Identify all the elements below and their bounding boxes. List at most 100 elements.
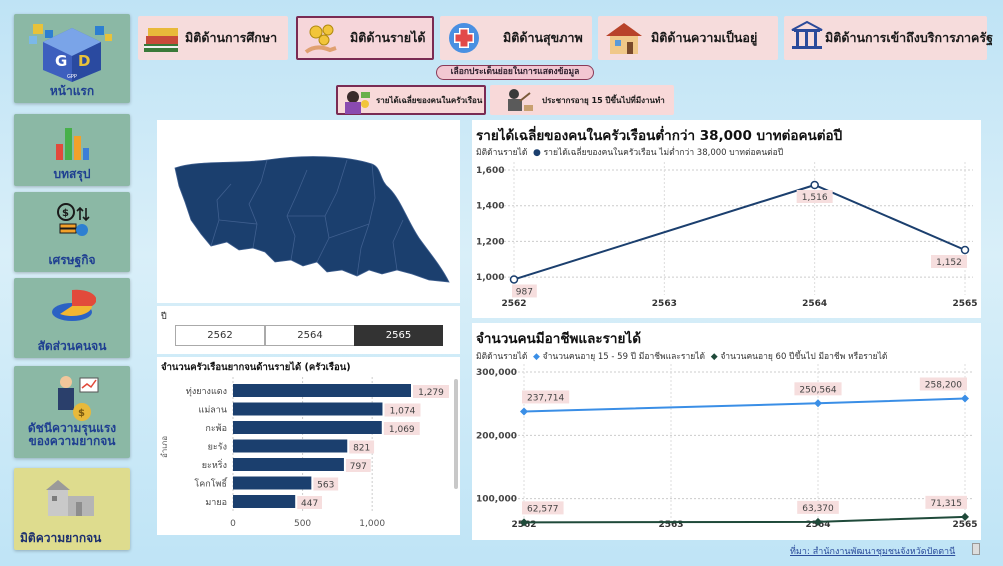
x-tick-label: 2565 xyxy=(952,299,977,309)
bar xyxy=(233,421,382,434)
series-value-label: 62,577 xyxy=(527,504,559,514)
bar-value-label: 447 xyxy=(301,499,318,509)
bar-y-axis-label: อำเภอ xyxy=(160,436,169,458)
svg-text:D: D xyxy=(78,52,90,70)
svg-text:$: $ xyxy=(78,408,85,419)
bar xyxy=(233,495,296,508)
series-line xyxy=(523,515,966,524)
province-map xyxy=(174,156,450,283)
house-icon xyxy=(606,23,642,54)
bar-value-label: 1,074 xyxy=(390,407,416,417)
gpp-logo-icon: G D GPP xyxy=(29,24,112,82)
series-line xyxy=(513,183,966,281)
bar-x-tick-label: 0 xyxy=(230,519,236,529)
avg-income-line-panel: รายได้เฉลี่ยของคนในครัวเรือนต่ำกว่า 38,0… xyxy=(472,120,981,318)
x-tick-label: 2564 xyxy=(802,299,827,309)
bar-x-tick-label: 500 xyxy=(294,519,311,529)
nav-home[interactable]: G D GPP หน้าแรก xyxy=(14,14,130,103)
health-cross-icon xyxy=(449,23,479,53)
tab-public-service[interactable]: มิติด้านการเข้าถึงบริการภาครัฐ xyxy=(784,16,993,60)
line1-chart: 1,000 1,200 1,400 1,600 2562 2563 2564 2565 987 1… xyxy=(476,162,978,309)
bar-chart: 0 500 1,000 อำเภอ ทุ่งยางแดง 1,279 แม่ลาน 1,074… xyxy=(160,377,449,529)
tab-health[interactable]: มิติด้านสุขภาพ xyxy=(440,16,592,60)
source-link[interactable]: ที่มา: สำนักงานพัฒนาชุมชนจังหวัดปัตตานี xyxy=(790,544,955,558)
bar-chart-scrollbar[interactable] xyxy=(454,379,458,489)
nav-poverty-dimension-label: มิติความยากจน xyxy=(20,531,102,545)
year-filter: ปี 2562 2564 2565 xyxy=(157,306,460,354)
bar-value-label: 563 xyxy=(317,481,334,491)
bar-value-label: 821 xyxy=(353,444,370,454)
x-tick-label: 2562 xyxy=(501,299,526,309)
tab-education[interactable]: มิติด้านการศึกษา xyxy=(138,16,288,60)
sub-employed-15plus-label: ประชากรอายุ 15 ปีขึ้นไปที่มีงานทำ xyxy=(542,95,665,105)
series-value-label: 1,516 xyxy=(802,193,828,203)
series-point xyxy=(810,180,819,190)
nav-economy-label: เศรษฐกิจ xyxy=(48,253,96,267)
bar-category-label: ทุ่งยางแดง xyxy=(186,387,227,397)
bar-value-label: 1,279 xyxy=(418,388,444,398)
y-tick-label: 100,000 xyxy=(476,495,517,505)
year-filter-label: ปี xyxy=(161,312,167,322)
document-icon xyxy=(972,543,980,555)
svg-text:$: $ xyxy=(62,208,69,219)
series-point xyxy=(960,245,970,255)
year-option-2564[interactable]: 2564 xyxy=(265,325,355,346)
bar xyxy=(233,439,348,453)
y-tick-label: 300,000 xyxy=(476,368,517,378)
year-option-2562[interactable]: 2562 xyxy=(175,325,265,346)
series-point xyxy=(520,407,528,416)
nav-poverty-ratio-label: สัดส่วนคนจน xyxy=(37,339,107,353)
series-value-label: 71,315 xyxy=(930,499,962,509)
sub-avg-household-income-label: รายได้เฉลี่ยของคนในครัวเรือน xyxy=(376,95,483,105)
nav-poverty-ratio[interactable]: สัดส่วนคนจน xyxy=(14,278,130,358)
series-value-label: 250,564 xyxy=(799,385,836,395)
line2-chart: 100,000200,000300,0002562256325642565237… xyxy=(476,364,978,530)
sub-employed-15plus[interactable]: ประชากรอายุ 15 ปีขึ้นไปที่มีงานทำ xyxy=(490,85,674,115)
pie-chart-icon xyxy=(52,289,96,321)
series-value-label: 987 xyxy=(516,287,533,297)
x-tick-label: 2563 xyxy=(652,299,677,309)
bar-category-label: ยะรัง xyxy=(208,443,227,453)
nav-summary[interactable]: บทสรุป xyxy=(14,114,130,186)
bar-chart-panel: จำนวนครัวเรือนยากจนด้านรายได้ (ครัวเรือน… xyxy=(157,357,460,535)
nav-summary-label: บทสรุป xyxy=(53,167,91,181)
tab-public-service-label: มิติด้านการเข้าถึงบริการภาครัฐ xyxy=(825,30,994,45)
series-point xyxy=(814,399,822,408)
bar-value-label: 1,069 xyxy=(389,425,415,435)
tab-living-label: มิติด้านความเป็นอยู่ xyxy=(651,30,758,45)
nav-economy[interactable]: $ เศรษฐกิจ xyxy=(14,192,130,272)
sub-avg-household-income[interactable]: รายได้เฉลี่ยของคนในครัวเรือน xyxy=(336,85,486,115)
nav-home-label: หน้าแรก xyxy=(49,84,95,98)
series-value-label: 1,152 xyxy=(936,258,962,268)
svg-text:GPP: GPP xyxy=(67,74,77,80)
district-map-panel xyxy=(157,120,460,303)
woman-money-icon xyxy=(345,91,370,114)
bar-category-label: แม่ลาน xyxy=(199,406,227,416)
year-option-2565[interactable]: 2565 xyxy=(354,325,443,346)
series-value-label: 258,200 xyxy=(925,380,962,390)
tab-health-label: มิติด้านสุขภาพ xyxy=(503,30,583,45)
businessman-icon: $ xyxy=(58,376,99,421)
coins-hand-icon xyxy=(304,24,337,54)
tab-income[interactable]: มิติด้านรายได้ xyxy=(296,16,434,60)
bar-x-tick-label: 1,000 xyxy=(359,519,385,529)
y-tick-label: 1,200 xyxy=(476,237,504,247)
bar xyxy=(233,476,312,490)
y-tick-label: 1,400 xyxy=(476,202,504,212)
province-shape[interactable] xyxy=(174,156,450,283)
poverty-house-icon xyxy=(46,480,94,516)
employment-line-panel: จำนวนคนมีอาชีพและรายได้ มิติด้านรายได้ ◆… xyxy=(472,323,981,540)
bar-value-label: 797 xyxy=(350,462,367,472)
nav-poverty-dimension[interactable]: มิติความยากจน xyxy=(14,468,130,550)
subsection-title: เลือกประเด็นย่อยในการแสดงข้อมูล xyxy=(436,65,594,80)
bar xyxy=(233,384,411,397)
money-icon: $ xyxy=(57,203,90,236)
books-icon xyxy=(144,28,178,52)
x-tick-label: 2565 xyxy=(952,520,977,530)
nav-severity-index[interactable]: $ ดัชนีความรุนแรง ของความยากจน xyxy=(14,366,130,458)
bar xyxy=(233,402,383,416)
bar-category-label: มายอ xyxy=(205,498,227,508)
tab-living[interactable]: มิติด้านความเป็นอยู่ xyxy=(598,16,778,60)
bar-category-label: ยะหริ่ง xyxy=(202,458,227,471)
series-value-label: 237,714 xyxy=(527,393,564,403)
